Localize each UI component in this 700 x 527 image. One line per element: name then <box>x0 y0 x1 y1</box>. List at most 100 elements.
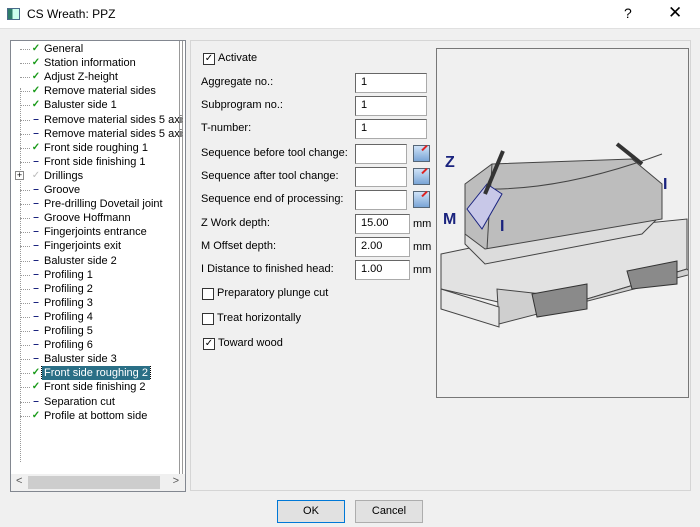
tree-item[interactable]: – Profiling 1 <box>11 268 183 282</box>
scroll-left-button[interactable]: < <box>16 475 22 487</box>
tree-item[interactable]: ✓ General <box>11 42 183 56</box>
tree-item-label: Fingerjoints exit <box>44 240 122 253</box>
check-icon: ✓ <box>31 71 41 83</box>
tree-item-label: Front side finishing 1 <box>44 155 146 168</box>
tree-item[interactable]: – Profiling 6 <box>11 338 183 352</box>
tree-item[interactable]: – Baluster side 2 <box>11 254 183 268</box>
seq_after-label: Sequence after tool change: <box>201 170 339 182</box>
close-button[interactable]: ✕ <box>668 3 682 23</box>
help-button[interactable]: ? <box>624 5 632 21</box>
dash-icon: – <box>33 325 39 336</box>
i_distance-input[interactable]: 1.00 <box>355 260 410 280</box>
i-label-right: I <box>663 176 667 193</box>
horizontal-checkbox[interactable] <box>202 313 214 325</box>
tree-item[interactable]: + ✓ Drillings <box>11 169 183 183</box>
tree-connector <box>20 204 30 206</box>
tree-item[interactable]: – Groove <box>11 183 183 197</box>
tree-item-label: Groove <box>44 184 81 196</box>
tree-item[interactable]: ✓ Front side roughing 1 <box>11 141 183 155</box>
tree-item-label: Station information <box>44 57 136 70</box>
dash-icon: – <box>33 254 39 266</box>
tree-item-label: Front side roughing 1 <box>44 141 148 154</box>
edit-sequence-icon[interactable] <box>413 168 430 185</box>
horizontal-scrollbar[interactable]: < > <box>11 474 185 491</box>
seq_after-input[interactable] <box>355 167 407 187</box>
tree-connector <box>20 246 30 248</box>
tree-item[interactable]: – Fingerjoints entrance <box>11 225 183 239</box>
tree-item[interactable]: ✓ Station information <box>11 56 183 70</box>
tree-item-label: Groove Hoffmann <box>44 212 131 225</box>
tree-item[interactable]: – Fingerjoints exit <box>11 239 183 253</box>
scroll-right-button[interactable]: > <box>173 475 179 487</box>
tree-item-label: Remove material sides <box>44 85 156 98</box>
i_distance-label: I Distance to finished head: <box>201 263 334 275</box>
tree-item[interactable]: ✓ Baluster side 1 <box>11 98 183 112</box>
tree-item[interactable]: – Baluster side 3 <box>11 352 183 366</box>
unit-label: mm <box>413 241 432 253</box>
check-icon: ✓ <box>31 43 41 54</box>
tree-item-label: Adjust Z-height <box>44 71 118 84</box>
tree-connector <box>20 373 30 375</box>
dash-icon: – <box>33 240 39 252</box>
check-icon: ✓ <box>31 141 41 153</box>
window-title: CS Wreath: PPZ <box>27 7 116 21</box>
tree-item[interactable]: – Remove material sides 5 axis 2 <box>11 127 183 141</box>
plunge-checkbox[interactable] <box>202 288 214 300</box>
tree-connector <box>20 190 30 191</box>
tree-item[interactable]: ✓ Profile at bottom side <box>11 409 183 423</box>
ok-button[interactable]: OK <box>277 500 345 523</box>
tree-item[interactable]: – Front side finishing 1 <box>11 155 183 169</box>
tree-connector <box>20 105 30 107</box>
i-label-left: I <box>500 218 504 235</box>
m_offset-input[interactable]: 2.00 <box>355 237 410 257</box>
seq_before-input[interactable] <box>355 144 407 164</box>
aggregate-input[interactable]: 1 <box>355 73 427 93</box>
step-tree[interactable]: < > ✓ General ✓ Station information ✓ Adjust … <box>10 40 186 492</box>
tree-item[interactable]: – Profiling 2 <box>11 282 183 296</box>
tree-item-label: Profile at bottom side <box>44 409 148 422</box>
tree-item[interactable]: – Profiling 5 <box>11 324 183 338</box>
tree-item-label: Fingerjoints entrance <box>44 226 147 239</box>
tree-connector <box>20 91 30 93</box>
check-icon: ✓ <box>31 99 41 111</box>
expand-icon[interactable]: + <box>15 170 24 180</box>
z_depth-input[interactable]: 15.00 <box>355 214 410 234</box>
tree-item-label: Pre-drilling Dovetail joint <box>44 198 163 211</box>
tree-item[interactable]: ✓ Front side finishing 2 <box>11 380 183 394</box>
tree-item[interactable]: – Groove Hoffmann <box>11 211 183 225</box>
tree-connector <box>20 316 30 318</box>
tree-item[interactable]: ✓ Front side roughing 2 <box>11 366 183 381</box>
check-icon: ✓ <box>31 85 41 97</box>
cancel-button[interactable]: Cancel <box>355 500 423 523</box>
edit-sequence-icon[interactable] <box>413 191 430 208</box>
seq_end-input[interactable] <box>355 190 407 210</box>
tree-connector <box>20 161 30 163</box>
tree-item-label: Profiling 2 <box>44 282 93 295</box>
tnumber-label: T-number: <box>201 122 252 134</box>
tree-item-label: Baluster side 1 <box>44 99 117 112</box>
dash-icon: – <box>33 184 39 195</box>
toward_wood-label: Toward wood <box>218 337 283 349</box>
tree-item[interactable]: – Remove material sides 5 axis 1 <box>11 113 183 127</box>
check-icon: ✓ <box>31 57 41 69</box>
tnumber-input[interactable]: 1 <box>355 119 427 139</box>
subprogram-input[interactable]: 1 <box>355 96 427 116</box>
aggregate-label: Aggregate no.: <box>201 76 274 88</box>
tree-item[interactable]: – Profiling 4 <box>11 310 183 324</box>
check-icon: ✓ <box>31 367 41 379</box>
scrollbar-thumb[interactable] <box>28 476 160 489</box>
tree-item[interactable]: ✓ Adjust Z-height <box>11 70 183 84</box>
dash-icon: – <box>33 339 39 351</box>
tree-item[interactable]: – Pre-drilling Dovetail joint <box>11 197 183 211</box>
tree-item[interactable]: – Separation cut <box>11 395 183 409</box>
activate-checkbox[interactable]: ✓ <box>203 53 215 65</box>
tree-item[interactable]: ✓ Remove material sides <box>11 84 183 98</box>
edit-sequence-icon[interactable] <box>413 145 430 162</box>
tree-connector <box>20 345 30 347</box>
dash-icon: – <box>33 198 39 210</box>
toward_wood-checkbox[interactable]: ✓ <box>203 338 215 350</box>
tree-item-label: General <box>44 43 84 55</box>
tree-item-label: Front side finishing 2 <box>44 381 146 394</box>
tree-item[interactable]: – Profiling 3 <box>11 296 183 310</box>
z-label: Z <box>445 154 455 171</box>
